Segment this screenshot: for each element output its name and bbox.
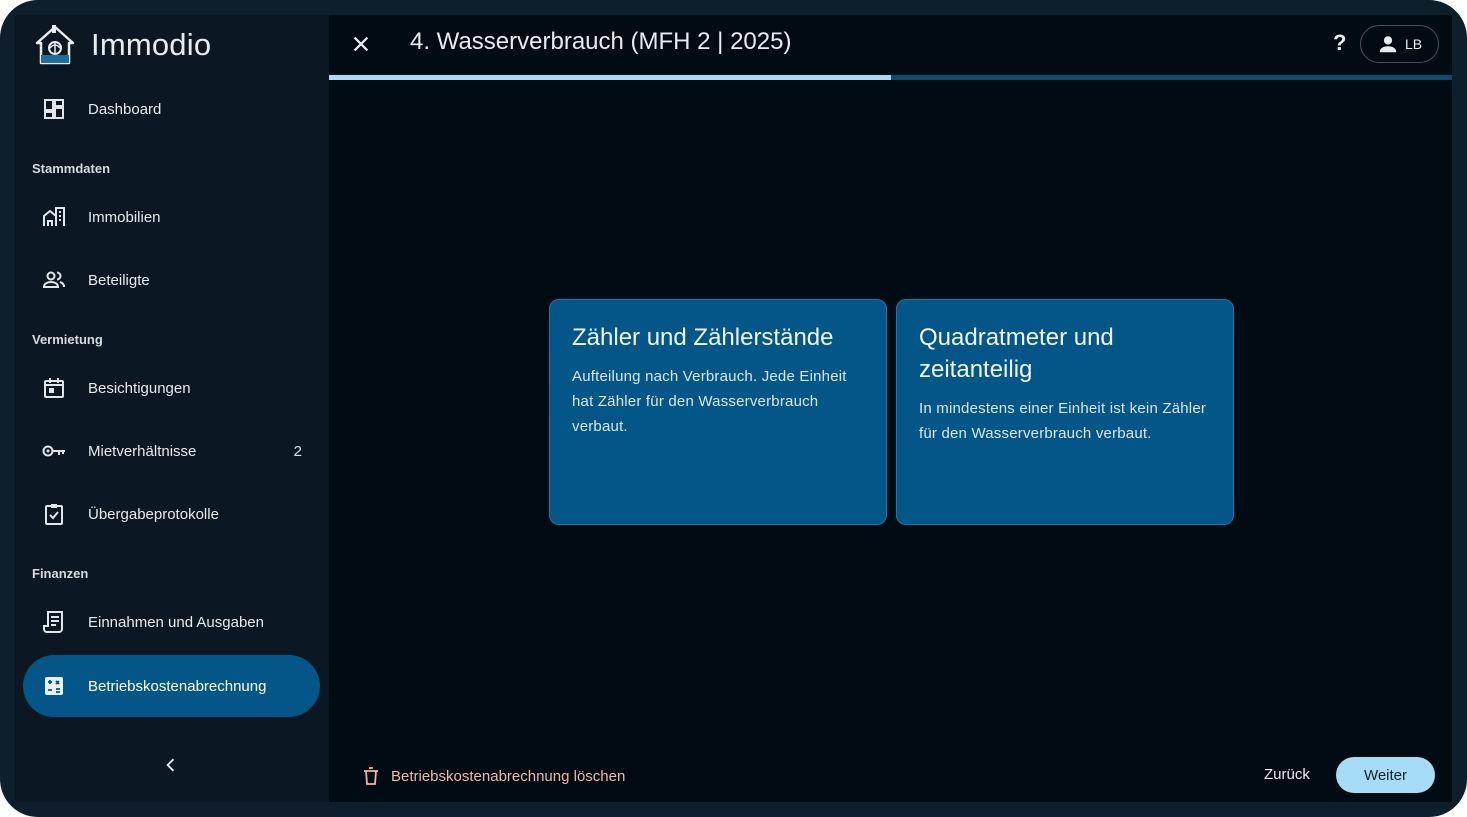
sidebar-item-label: Übergabeprotokolle xyxy=(88,505,219,523)
user-icon xyxy=(1379,36,1397,53)
card-title: Zähler und Zählerstände xyxy=(572,324,834,351)
trash-icon xyxy=(364,767,378,785)
option-card-quadratmeter[interactable]: Quadratmeter und zeitanteilig In mindest… xyxy=(896,299,1234,525)
delete-button[interactable]: Betriebskostenabrechnung löschen xyxy=(363,765,625,787)
sidebar-item-label: Besichtigungen xyxy=(88,379,191,397)
back-button[interactable]: Zurück xyxy=(1264,766,1310,783)
sidebar-item-label: Beteiligte xyxy=(88,271,150,289)
sidebar-item-betriebskostenabrechnung[interactable]: Betriebskostenabrechnung xyxy=(23,655,320,717)
step-progress-fill xyxy=(329,75,891,80)
people-icon xyxy=(42,268,66,292)
help-button[interactable]: ? xyxy=(1333,30,1346,56)
close-icon xyxy=(353,36,369,52)
option-card-zaehler[interactable]: Zähler und Zählerstände Aufteilung nach … xyxy=(549,299,887,525)
sidebar-item-mietverhaeltnisse[interactable]: Mietverhältnisse 2 xyxy=(23,420,320,482)
brand[interactable]: Immodio xyxy=(33,21,211,69)
step-progress-bar xyxy=(329,75,1452,80)
sidebar-item-label: Immobilien xyxy=(88,208,161,226)
sidebar-item-beteiligte[interactable]: Beteiligte xyxy=(23,249,320,311)
sidebar-item-uebergabeprotokolle[interactable]: Übergabeprotokolle xyxy=(23,483,320,545)
delete-button-label: Betriebskostenabrechnung löschen xyxy=(391,767,626,785)
receipt-icon xyxy=(42,610,66,634)
calendar-icon xyxy=(42,376,66,400)
section-title-vermietung: Vermietung xyxy=(32,332,103,347)
chevron-left-icon xyxy=(166,758,175,772)
sidebar-item-label: Mietverhältnisse xyxy=(88,442,197,460)
sidebar-item-einnahmen-ausgaben[interactable]: Einnahmen und Ausgaben xyxy=(23,591,320,653)
card-description: Aufteilung nach Verbrauch. Jede Einheit … xyxy=(572,368,847,435)
count-badge: 2 xyxy=(293,442,302,460)
card-title: Quadratmeter und zeitanteilig xyxy=(919,324,1114,383)
user-initials: LB xyxy=(1404,36,1423,52)
sidebar-item-label: Betriebskostenabrechnung xyxy=(88,677,267,695)
next-button[interactable]: Weiter xyxy=(1336,757,1435,793)
sidebar-item-label: Dashboard xyxy=(88,100,162,118)
section-title-finanzen: Finanzen xyxy=(32,566,89,581)
sidebar-item-dashboard[interactable]: Dashboard xyxy=(23,78,320,140)
sidebar: Immodio Dashboard Stammdaten Immobilien xyxy=(15,15,329,802)
close-button[interactable] xyxy=(348,31,374,57)
sidebar-item-besichtigungen[interactable]: Besichtigungen xyxy=(23,357,320,419)
card-description: In mindestens einer Einheit ist kein Zäh… xyxy=(919,400,1207,442)
collapse-sidebar-button[interactable] xyxy=(159,753,183,777)
device-frame: Immodio Dashboard Stammdaten Immobilien xyxy=(0,0,1467,817)
key-icon xyxy=(42,439,66,463)
house-logo-icon xyxy=(35,25,75,65)
app-screen: Immodio Dashboard Stammdaten Immobilien xyxy=(15,15,1452,802)
clipboard-check-icon xyxy=(42,502,66,526)
page-title: 4. Wasserverbrauch (MFH 2 | 2025) xyxy=(410,28,792,55)
sidebar-item-immobilien[interactable]: Immobilien xyxy=(23,186,320,248)
sidebar-item-label: Einnahmen und Ausgaben xyxy=(88,613,264,631)
buildings-icon xyxy=(42,205,66,229)
app-name: Immodio xyxy=(91,27,212,62)
section-title-stammdaten: Stammdaten xyxy=(32,161,111,176)
dashboard-icon xyxy=(42,97,66,121)
page-header: 4. Wasserverbrauch (MFH 2 | 2025) ? LB xyxy=(329,15,1452,77)
calculator-icon xyxy=(42,674,66,698)
user-menu-button[interactable]: LB xyxy=(1360,25,1439,63)
